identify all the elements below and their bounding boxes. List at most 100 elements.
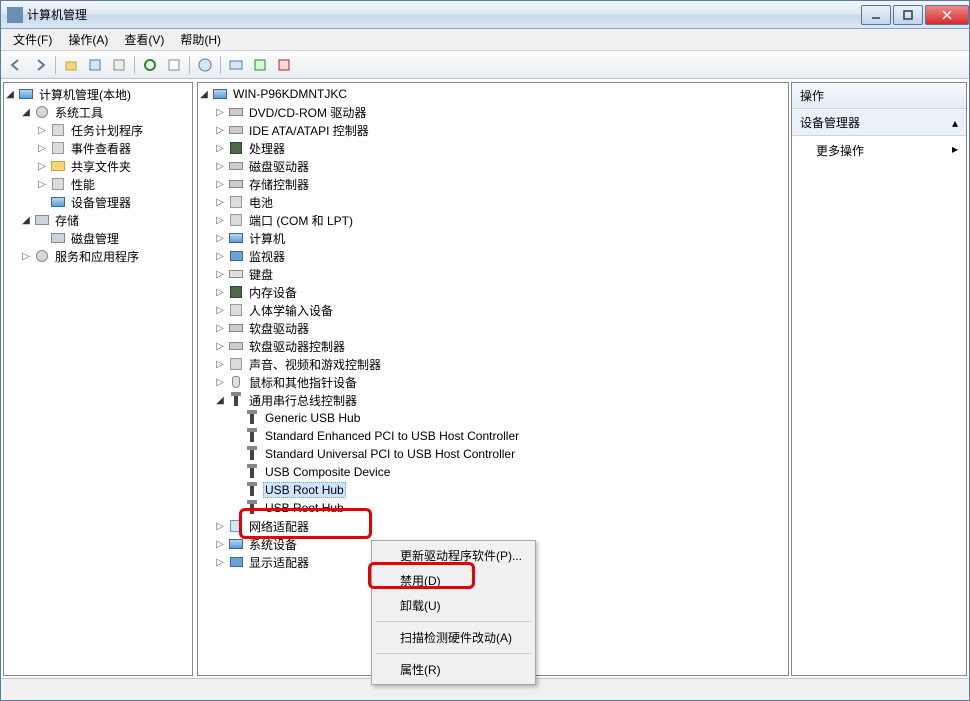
tree-expander[interactable]: ◢ xyxy=(20,214,32,226)
tree-expander[interactable]: ◢ xyxy=(214,394,226,406)
tree-expander[interactable]: ▷ xyxy=(214,106,226,118)
minimize-button[interactable] xyxy=(861,5,891,25)
device-category[interactable]: ▷IDE ATA/ATAPI 控制器 xyxy=(198,121,788,139)
device-category[interactable]: ▷处理器 xyxy=(198,139,788,157)
tree-expander[interactable]: ▷ xyxy=(214,124,226,136)
device-item[interactable]: Standard Universal PCI to USB Host Contr… xyxy=(198,445,788,463)
close-button[interactable] xyxy=(925,5,969,25)
device-item[interactable]: USB Root Hub xyxy=(198,481,788,499)
tree-expander[interactable]: ▷ xyxy=(214,214,226,226)
device-category[interactable]: ▷内存设备 xyxy=(198,283,788,301)
tree-expander[interactable]: ▷ xyxy=(36,160,48,172)
device-category[interactable]: ▷监视器 xyxy=(198,247,788,265)
device-category[interactable]: ▷键盘 xyxy=(198,265,788,283)
tb-back[interactable] xyxy=(5,54,27,76)
maximize-button[interactable] xyxy=(893,5,923,25)
tree-expander[interactable]: ▷ xyxy=(214,304,226,316)
device-category[interactable]: ▷磁盘驱动器 xyxy=(198,157,788,175)
tree-expander[interactable]: ▷ xyxy=(214,322,226,334)
scope-tree-item[interactable]: 磁盘管理 xyxy=(4,229,192,247)
scope-tree-item[interactable]: ◢计算机管理(本地) xyxy=(4,85,192,103)
device-category[interactable]: ▷ 存储控制器 xyxy=(198,175,788,193)
tree-expander[interactable]: ▷ xyxy=(214,520,226,532)
tb-forward[interactable] xyxy=(29,54,51,76)
scope-tree-item[interactable]: ▷任务计划程序 xyxy=(4,121,192,139)
tree-expander[interactable]: ▷ xyxy=(214,286,226,298)
tree-item-label: 软盘驱动器控制器 xyxy=(247,337,347,356)
window-title: 计算机管理 xyxy=(27,6,87,23)
scope-tree[interactable]: ◢计算机管理(本地)◢系统工具▷任务计划程序▷事件查看器▷共享文件夹▷性能设备管… xyxy=(4,83,192,267)
device-item[interactable]: USB Composite Device xyxy=(198,463,788,481)
tb-scan[interactable] xyxy=(225,54,247,76)
device-tree[interactable]: ◢WIN-P96KDMNTJKC▷DVD/CD-ROM 驱动器▷IDE ATA/… xyxy=(198,83,788,573)
tb-enable[interactable] xyxy=(249,54,271,76)
tree-expander[interactable]: ▷ xyxy=(214,196,226,208)
device-category[interactable]: ▷ 声音、视频和游戏控制器 xyxy=(198,355,788,373)
ctx-uninstall[interactable]: 卸载(U) xyxy=(374,593,533,618)
tb-refresh[interactable] xyxy=(139,54,161,76)
tree-expander[interactable]: ▷ xyxy=(20,250,32,262)
tb-delete[interactable] xyxy=(108,54,130,76)
scope-tree-item[interactable]: 设备管理器 xyxy=(4,193,192,211)
ctx-disable[interactable]: 禁用(D) xyxy=(374,568,533,593)
tb-properties[interactable] xyxy=(84,54,106,76)
tb-help[interactable] xyxy=(194,54,216,76)
ctx-properties[interactable]: 属性(R) xyxy=(374,657,533,682)
device-item[interactable]: Standard Enhanced PCI to USB Host Contro… xyxy=(198,427,788,445)
tree-expander[interactable]: ◢ xyxy=(20,106,32,118)
device-category[interactable]: ▷计算机 xyxy=(198,229,788,247)
device-item[interactable]: Generic USB Hub xyxy=(198,409,788,427)
device-category[interactable]: ◢通用串行总线控制器 xyxy=(198,391,788,409)
device-category[interactable]: ▷端口 (COM 和 LPT) xyxy=(198,211,788,229)
menu-view[interactable]: 查看(V) xyxy=(116,29,172,50)
actions-more[interactable]: 更多操作 ▸ xyxy=(792,136,966,165)
generic-icon xyxy=(228,212,244,228)
device-category[interactable]: ▷网络适配器 xyxy=(198,517,788,535)
tree-expander[interactable]: ▷ xyxy=(214,358,226,370)
menubar: 文件(F) 操作(A) 查看(V) 帮助(H) xyxy=(1,29,969,51)
tree-expander[interactable]: ▷ xyxy=(214,250,226,262)
tree-expander[interactable]: ▷ xyxy=(214,232,226,244)
scope-tree-item[interactable]: ◢系统工具 xyxy=(4,103,192,121)
tree-expander[interactable]: ▷ xyxy=(214,142,226,154)
tree-expander[interactable]: ▷ xyxy=(214,556,226,568)
device-item[interactable]: USB Root Hub xyxy=(198,499,788,517)
device-category[interactable]: ▷电池 xyxy=(198,193,788,211)
scope-tree-item[interactable]: ▷性能 xyxy=(4,175,192,193)
device-category[interactable]: ▷鼠标和其他指针设备 xyxy=(198,373,788,391)
tree-expander[interactable]: ◢ xyxy=(4,88,16,100)
tree-item-label: 声音、视频和游戏控制器 xyxy=(247,355,383,374)
scope-tree-item[interactable]: ▷事件查看器 xyxy=(4,139,192,157)
scope-tree-item[interactable]: ▷ 服务和应用程序 xyxy=(4,247,192,265)
tree-expander[interactable]: ▷ xyxy=(214,160,226,172)
ctx-scan-hardware[interactable]: 扫描检测硬件改动(A) xyxy=(374,625,533,650)
device-category[interactable]: ▷人体学输入设备 xyxy=(198,301,788,319)
tree-expander[interactable]: ▷ xyxy=(214,178,226,190)
scope-tree-item[interactable]: ◢存储 xyxy=(4,211,192,229)
tree-expander[interactable]: ▷ xyxy=(214,538,226,550)
scope-tree-item[interactable]: ▷共享文件夹 xyxy=(4,157,192,175)
tree-expander[interactable]: ▷ xyxy=(36,142,48,154)
tree-expander[interactable]: ▷ xyxy=(36,124,48,136)
tree-expander[interactable]: ◢ xyxy=(198,88,210,100)
tb-sep xyxy=(55,56,56,74)
ctx-update-driver[interactable]: 更新驱动程序软件(P)... xyxy=(374,543,533,568)
device-category[interactable]: ▷ 软盘驱动器控制器 xyxy=(198,337,788,355)
tree-expander[interactable]: ▷ xyxy=(214,340,226,352)
tree-expander[interactable]: ▷ xyxy=(214,376,226,388)
tree-item-label: 服务和应用程序 xyxy=(53,247,141,266)
menu-file[interactable]: 文件(F) xyxy=(5,29,60,50)
monitor-icon xyxy=(228,554,244,570)
tree-expander[interactable]: ▷ xyxy=(36,178,48,190)
device-category[interactable]: ▷DVD/CD-ROM 驱动器 xyxy=(198,103,788,121)
tree-item-label: 存储控制器 xyxy=(247,175,311,194)
device-category[interactable]: ▷软盘驱动器 xyxy=(198,319,788,337)
tb-up[interactable] xyxy=(60,54,82,76)
tree-expander[interactable]: ▷ xyxy=(214,268,226,280)
tb-uninstall[interactable] xyxy=(273,54,295,76)
menu-help[interactable]: 帮助(H) xyxy=(172,29,229,50)
device-root[interactable]: ◢WIN-P96KDMNTJKC xyxy=(198,85,788,103)
menu-action[interactable]: 操作(A) xyxy=(60,29,116,50)
actions-section[interactable]: 设备管理器 ▴ xyxy=(792,109,966,136)
tb-export[interactable] xyxy=(163,54,185,76)
